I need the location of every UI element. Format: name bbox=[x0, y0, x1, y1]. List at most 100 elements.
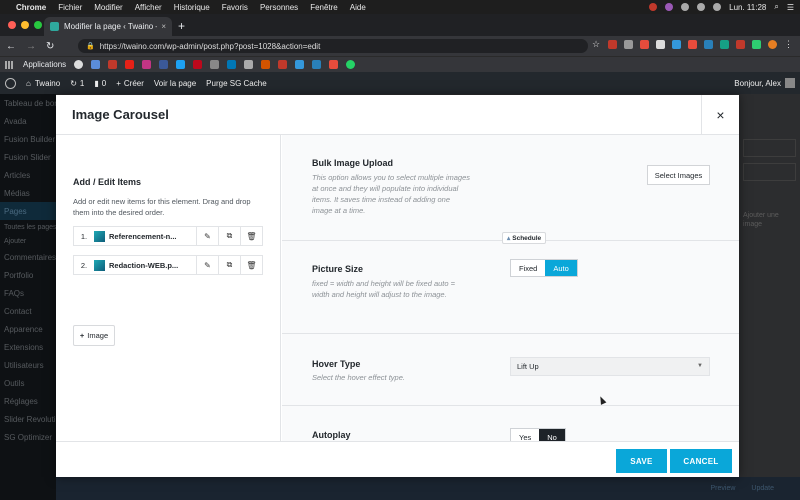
extension-icon[interactable] bbox=[656, 40, 665, 49]
extension-icon[interactable] bbox=[752, 40, 761, 49]
bookmark-icon[interactable] bbox=[312, 60, 322, 69]
extension-icon[interactable] bbox=[704, 40, 713, 49]
close-icon[interactable]: × bbox=[701, 95, 739, 135]
lock-icon[interactable]: 🔒 bbox=[86, 42, 95, 50]
sidebar-item-contact: Contact bbox=[4, 306, 32, 316]
search-icon[interactable]: ⌕ bbox=[774, 2, 778, 12]
purge-cache-link[interactable]: Purge SG Cache bbox=[206, 79, 266, 88]
option-no[interactable]: No bbox=[539, 429, 565, 441]
close-tab-icon[interactable]: × bbox=[161, 22, 166, 31]
forward-icon[interactable]: → bbox=[26, 41, 36, 52]
trash-icon[interactable]: 🗑 bbox=[240, 256, 262, 274]
bookmark-icon[interactable] bbox=[91, 60, 101, 69]
battery-icon[interactable] bbox=[713, 3, 722, 11]
maximize-window-icon[interactable] bbox=[34, 21, 42, 29]
menu-modifier[interactable]: Modifier bbox=[94, 3, 122, 12]
option-yes[interactable]: Yes bbox=[511, 429, 540, 441]
menu-app-chrome[interactable]: Chrome bbox=[16, 3, 46, 12]
back-icon[interactable]: ← bbox=[6, 41, 16, 52]
site-name[interactable]: ⌂ Twaino bbox=[26, 79, 60, 88]
status-icon[interactable] bbox=[681, 3, 690, 11]
new-tab-icon[interactable]: + bbox=[178, 19, 185, 33]
bookmark-applications[interactable]: Applications bbox=[23, 60, 66, 69]
add-image-button[interactable]: + Image bbox=[73, 325, 115, 346]
extension-icon[interactable] bbox=[736, 40, 745, 49]
bookmark-icon[interactable] bbox=[125, 60, 135, 69]
status-icon[interactable] bbox=[649, 3, 658, 11]
hover-type-select[interactable]: Lift Up ▼ bbox=[510, 357, 710, 376]
url-bar[interactable]: 🔒 https://twaino.com/wp-admin/post.php?p… bbox=[78, 39, 588, 53]
select-images-button[interactable]: Select Images bbox=[647, 165, 710, 185]
wifi-icon[interactable] bbox=[697, 3, 706, 11]
sidebar-item-sg-optimizer: SG Optimizer bbox=[4, 432, 53, 442]
bookmark-icon[interactable] bbox=[278, 60, 288, 69]
avatar[interactable] bbox=[785, 78, 795, 88]
plus-icon: + bbox=[79, 331, 85, 340]
bookmark-icon[interactable] bbox=[142, 60, 152, 69]
extension-icon[interactable] bbox=[640, 40, 649, 49]
bookmark-icon[interactable] bbox=[329, 60, 339, 69]
clone-icon[interactable]: ⧉ bbox=[218, 227, 240, 245]
bookmark-icon[interactable] bbox=[261, 60, 271, 69]
menu-icon[interactable]: ☰ bbox=[787, 3, 794, 12]
greeting[interactable]: Bonjour, Alex bbox=[734, 79, 781, 88]
carousel-item[interactable]: 2. Redaction-WEB.p... ✎ ⧉ 🗑 bbox=[73, 255, 263, 275]
bookmark-icon[interactable] bbox=[210, 60, 220, 69]
view-page-link[interactable]: Voir la page bbox=[154, 79, 196, 88]
option-auto[interactable]: Auto bbox=[545, 260, 577, 276]
bookmark-icon[interactable] bbox=[159, 60, 169, 69]
comment-icon: ▮ bbox=[94, 78, 99, 88]
bookmark-icon[interactable] bbox=[227, 60, 237, 69]
cancel-button[interactable]: CANCEL bbox=[670, 449, 732, 473]
extension-icon[interactable] bbox=[624, 40, 633, 49]
sidebar-item-medias: Médias bbox=[4, 188, 30, 198]
bookmark-icon[interactable] bbox=[176, 60, 186, 69]
minimize-window-icon[interactable] bbox=[21, 21, 29, 29]
items-panel: Add / Edit Items Add or edit new items f… bbox=[56, 135, 281, 441]
new-content[interactable]: + Créer bbox=[116, 79, 144, 88]
bookmarks-bar: Applications bbox=[0, 56, 800, 72]
wordpress-logo-icon[interactable] bbox=[5, 77, 16, 89]
option-fixed[interactable]: Fixed bbox=[511, 260, 546, 276]
close-window-icon[interactable] bbox=[8, 21, 16, 29]
reload-icon[interactable]: ↻ bbox=[46, 41, 54, 52]
menu-historique[interactable]: Historique bbox=[174, 3, 210, 12]
option-hover-type: Hover Type Select the hover effect type.… bbox=[282, 334, 739, 406]
menu-afficher[interactable]: Afficher bbox=[135, 3, 162, 12]
bookmark-icon[interactable] bbox=[295, 60, 305, 69]
bookmark-icon[interactable] bbox=[346, 60, 356, 69]
star-icon[interactable]: ☆ bbox=[592, 40, 601, 49]
status-icon[interactable] bbox=[665, 3, 674, 11]
extension-icon[interactable] bbox=[688, 40, 697, 49]
comments[interactable]: ▮ 0 bbox=[94, 79, 106, 88]
bookmark-icon[interactable] bbox=[108, 60, 118, 69]
schedule-button[interactable]: ▴ Schedule bbox=[502, 232, 547, 244]
apps-grid-icon[interactable] bbox=[5, 60, 13, 69]
carousel-item[interactable]: 1. Referencement-n... ✎ ⧉ 🗑 bbox=[73, 226, 263, 246]
menu-aide[interactable]: Aide bbox=[350, 3, 366, 12]
profile-icon[interactable] bbox=[768, 40, 777, 49]
save-button[interactable]: SAVE bbox=[616, 449, 667, 473]
bookmark-icon[interactable] bbox=[244, 60, 254, 69]
menu-favoris[interactable]: Favoris bbox=[222, 3, 248, 12]
bookmark-icon[interactable] bbox=[193, 60, 203, 69]
trash-icon[interactable]: 🗑 bbox=[240, 227, 262, 245]
menu-fichier[interactable]: Fichier bbox=[58, 3, 82, 12]
edit-pencil-icon[interactable]: ✎ bbox=[196, 227, 218, 245]
browser-tab[interactable]: Modifier la page ‹ Twaino — W × bbox=[44, 17, 172, 36]
edit-pencil-icon[interactable]: ✎ bbox=[196, 256, 218, 274]
option-bulk-upload: Bulk Image Upload This option allows you… bbox=[282, 135, 739, 241]
clock[interactable]: Lun. 11:28 bbox=[729, 3, 766, 12]
panel-box bbox=[743, 163, 796, 181]
extension-icon[interactable] bbox=[672, 40, 681, 49]
extension-icon[interactable] bbox=[720, 40, 729, 49]
site-name-label: Twaino bbox=[34, 78, 61, 88]
menu-fenetre[interactable]: Fenêtre bbox=[310, 3, 338, 12]
clone-icon[interactable]: ⧉ bbox=[218, 256, 240, 274]
schedule-icon: ▴ bbox=[507, 235, 511, 242]
updates[interactable]: ↻ 1 bbox=[70, 79, 84, 88]
menu-personnes[interactable]: Personnes bbox=[260, 3, 298, 12]
extension-icon[interactable] bbox=[608, 40, 617, 49]
bookmark-icon[interactable] bbox=[74, 60, 84, 69]
more-icon[interactable]: ⋮ bbox=[784, 40, 793, 49]
